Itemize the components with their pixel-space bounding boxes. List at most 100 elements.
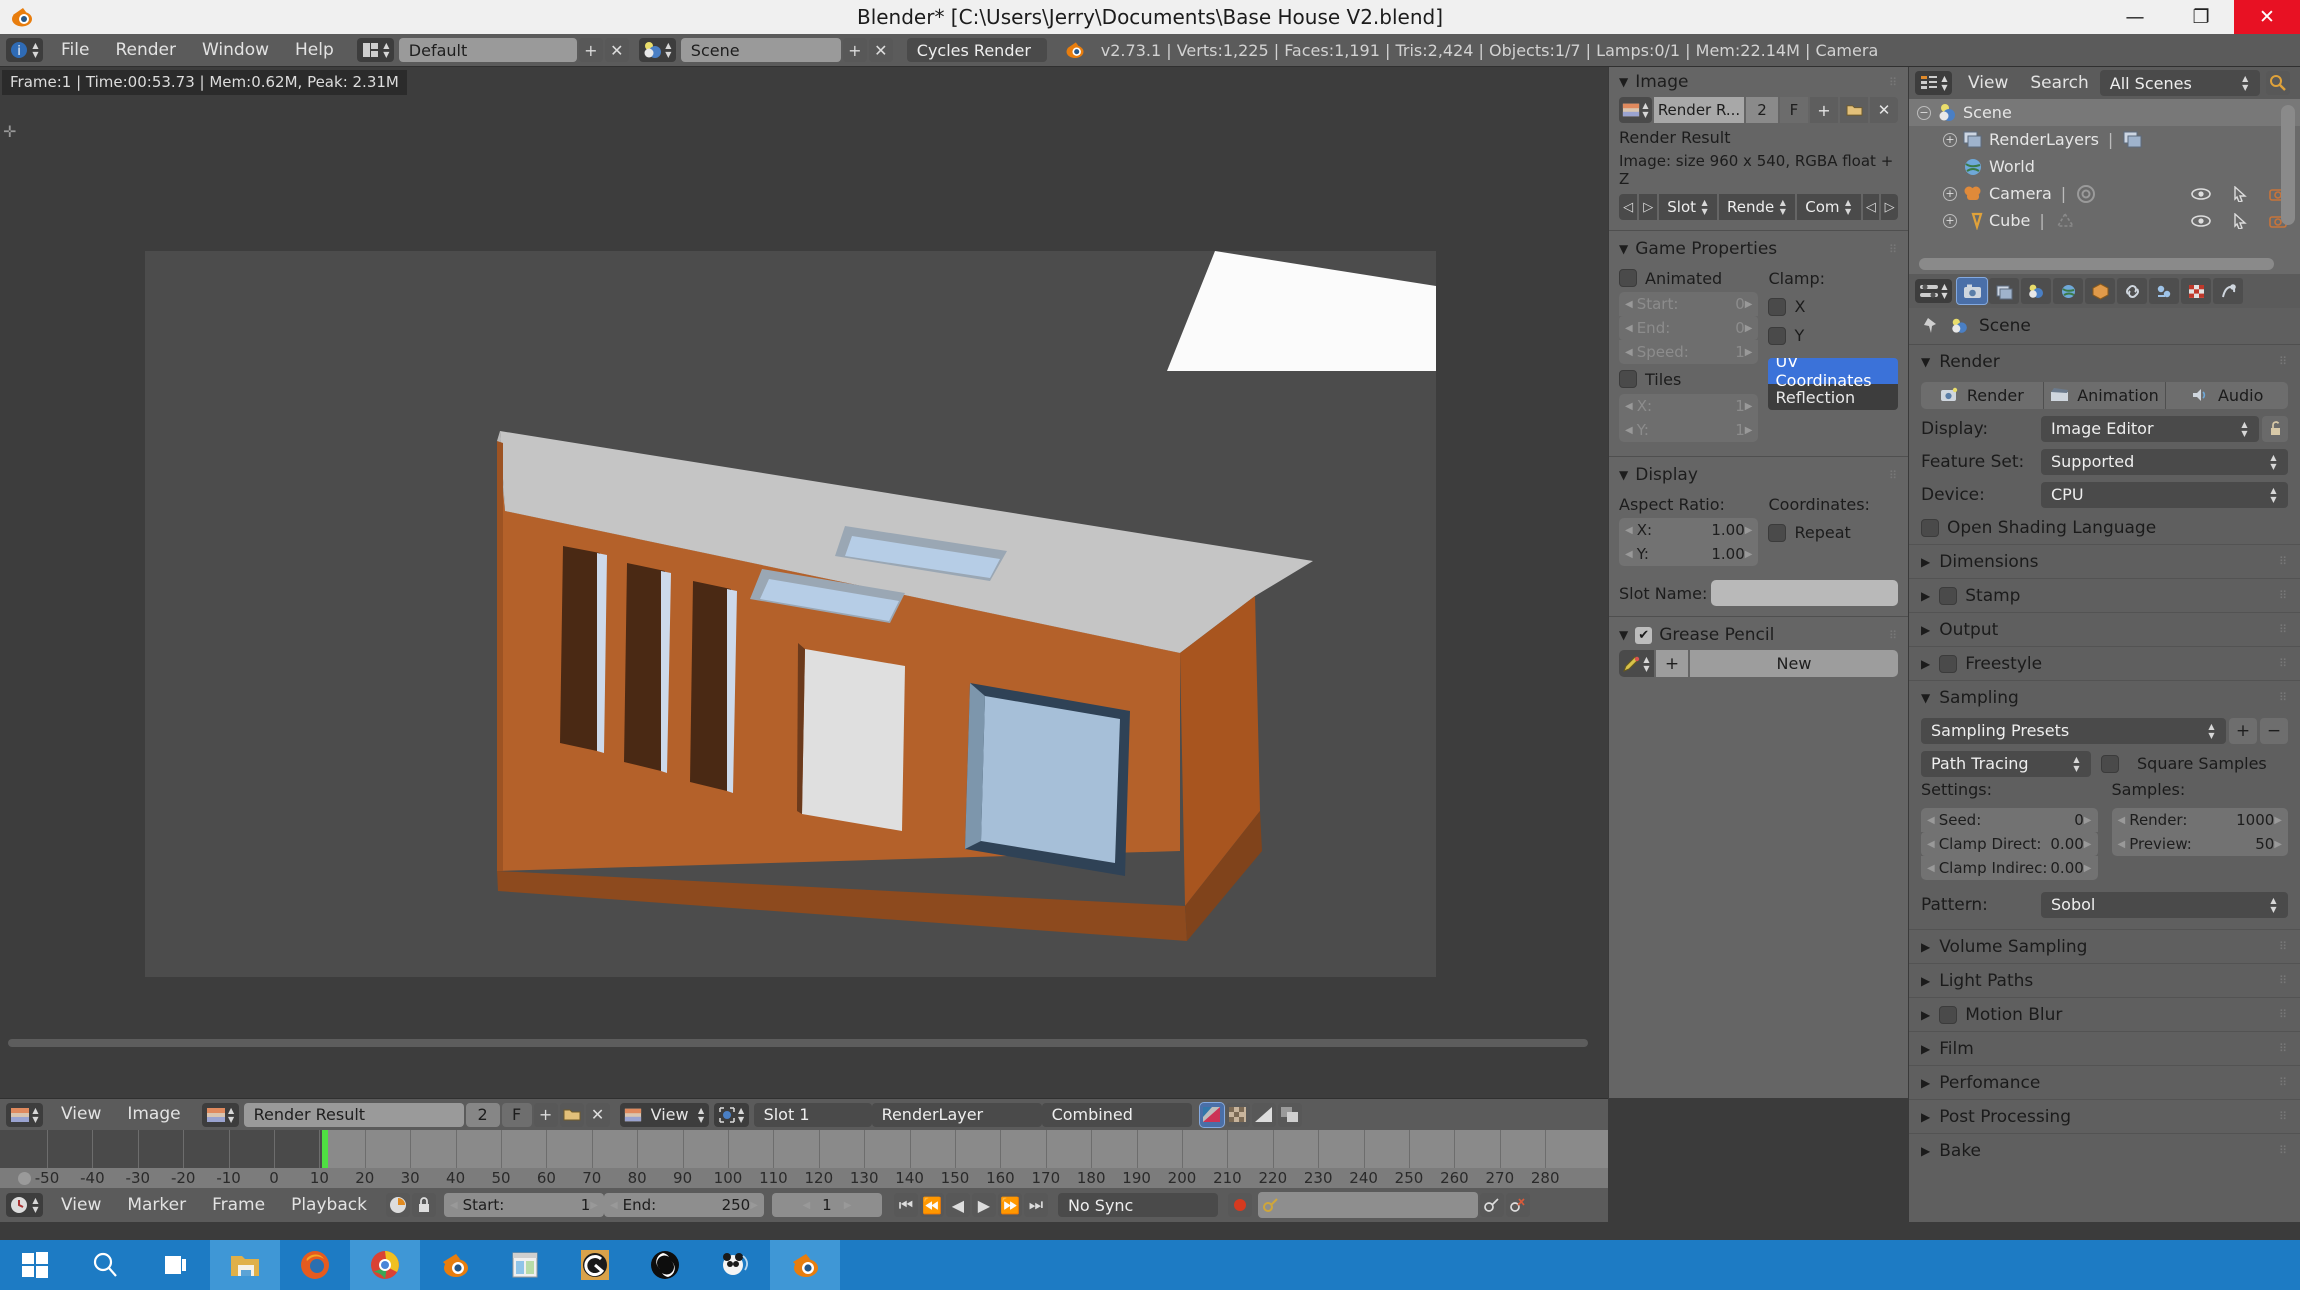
increment-arrow-icon[interactable]: ▶ [1745, 347, 1753, 358]
post-processing-panel-header[interactable]: ▶ Post Processing ⠿ [1909, 1099, 2300, 1133]
tab-world[interactable] [2053, 278, 2083, 304]
outliner-display-mode[interactable]: All Scenes ▲ ▼ [2099, 70, 2260, 96]
open-image-button[interactable] [1840, 97, 1868, 123]
timeline-menu-frame[interactable]: Frame [199, 1189, 278, 1222]
tab-renderlayers[interactable] [1989, 278, 2019, 304]
editor-type-selector-image[interactable]: ▲ ▼ [6, 1102, 43, 1127]
tiles-y-field[interactable]: ◀ Y: 1 ▶ [1619, 418, 1759, 442]
screen-layout-field[interactable]: Default [398, 38, 577, 62]
grease-pencil-datablock-selector[interactable]: ▲ ▼ [1619, 650, 1654, 677]
unlink-image-button[interactable]: ✕ [585, 1102, 610, 1127]
square-samples-checkbox[interactable] [2101, 754, 2119, 773]
grease-pencil-checkbox[interactable]: ✔ [1635, 626, 1653, 644]
pass-selector[interactable]: Com ▲ ▼ [1797, 194, 1861, 220]
increment-arrow-icon[interactable]: ▶ [1745, 299, 1753, 310]
jump-to-start-button[interactable]: ⏮ [893, 1193, 918, 1217]
pattern-selector[interactable]: Sobol ▲ ▼ [2041, 891, 2288, 918]
tab-scene[interactable] [2021, 278, 2051, 304]
game-properties-panel-header[interactable]: ▼ Game Properties ⠿ [1609, 234, 1908, 264]
decrement-arrow-icon[interactable]: ◀ [1927, 839, 1935, 850]
editor-type-selector-outliner[interactable]: ▲ ▼ [1915, 71, 1952, 95]
pass-next-button[interactable]: ▷ [1881, 194, 1898, 220]
outliner-row-world[interactable]: World [1909, 153, 2300, 180]
slot-prev-button[interactable]: ◁ [1619, 194, 1638, 220]
expand-toggle-icon[interactable]: + [1943, 132, 1957, 147]
preview-samples-field[interactable]: ◀ Preview: 50 ▶ [2111, 832, 2288, 856]
perfomance-panel-header[interactable]: ▶ Perfomance ⠿ [1909, 1065, 2300, 1099]
outliner-tree[interactable]: − Scene + RenderLayers | World + Camera | + Cube | [1909, 99, 2300, 274]
add-screen-button[interactable]: + [578, 38, 603, 62]
slot-next-button[interactable]: ▷ [1639, 194, 1658, 220]
menu-render[interactable]: Render [102, 34, 189, 67]
decrement-arrow-icon[interactable]: ◀ [802, 1200, 810, 1211]
decrement-arrow-icon[interactable]: ◀ [610, 1200, 618, 1211]
dimensions-panel-header[interactable]: ▶ Dimensions ⠿ [1909, 544, 2300, 578]
aspect-x-field[interactable]: ◀ X: 1.00 ▶ [1619, 518, 1759, 542]
increment-arrow-icon[interactable]: ▶ [1745, 401, 1753, 412]
increment-arrow-icon[interactable]: ▶ [1745, 425, 1753, 436]
increment-arrow-icon[interactable]: ▶ [2274, 815, 2282, 826]
render-engine-selector[interactable]: Cycles Render [906, 38, 1047, 62]
display-channels-color-alpha[interactable] [1198, 1101, 1225, 1128]
decrement-arrow-icon[interactable]: ◀ [2118, 815, 2126, 826]
image-name-field[interactable]: Render Result [243, 1102, 464, 1127]
timeline-scroll-knob[interactable] [18, 1172, 31, 1185]
panel-enable-checkbox[interactable] [1939, 586, 1958, 605]
outliner-menu-search[interactable]: Search [2019, 67, 2099, 100]
image-name-field[interactable]: Render R... [1654, 97, 1744, 123]
decrement-arrow-icon[interactable]: ◀ [1625, 549, 1633, 560]
menu-window[interactable]: Window [189, 34, 282, 67]
device-selector[interactable]: CPU ▲ ▼ [2041, 481, 2288, 508]
pass-prev-button[interactable]: ◁ [1862, 194, 1880, 220]
increment-arrow-icon[interactable]: ▶ [2084, 839, 2092, 850]
add-image-button[interactable]: + [1810, 97, 1838, 123]
panel-enable-checkbox[interactable] [1939, 654, 1958, 673]
render-audio-button[interactable]: Audio [2165, 381, 2289, 409]
previous-keyframe-button[interactable]: ⏪ [919, 1193, 944, 1217]
outliner-row-renderlayers[interactable]: + RenderLayers | [1909, 126, 2300, 153]
display-panel-header[interactable]: ▼ Display ⠿ [1609, 460, 1908, 490]
slot-selector[interactable]: Slot ▲ ▼ [1659, 194, 1718, 220]
editor-type-selector-properties[interactable]: ▲ ▼ [1915, 279, 1952, 303]
outliner-row-cube[interactable]: + Cube | [1909, 207, 2300, 234]
render-pass-selector[interactable]: Combined [1041, 1102, 1192, 1127]
lock-interface-toggle[interactable] [2262, 415, 2288, 442]
image-users-count[interactable]: 2 [1746, 97, 1778, 123]
play-button[interactable]: ▶ [971, 1193, 996, 1217]
add-image-button[interactable]: + [533, 1102, 558, 1127]
timeline-menu-view[interactable]: View [48, 1189, 114, 1222]
feature-set-selector[interactable]: Supported ▲ ▼ [2041, 448, 2288, 475]
render-panel-header[interactable]: ▼ Render ⠿ [1909, 344, 2300, 378]
decrement-arrow-icon[interactable]: ◀ [1625, 299, 1633, 310]
repeat-checkbox[interactable] [1768, 523, 1787, 542]
record-button[interactable] [1227, 1193, 1252, 1217]
decrement-arrow-icon[interactable]: ◀ [1625, 525, 1633, 536]
clamp-x-checkbox[interactable] [1768, 297, 1787, 316]
panel-enable-checkbox[interactable] [1939, 1005, 1958, 1024]
camera-data-icon[interactable] [2075, 183, 2097, 205]
start-frame-field[interactable]: ◀ Start: 1 ▶ [443, 1193, 604, 1217]
increment-arrow-icon[interactable]: ▶ [2084, 863, 2092, 874]
aspect-y-field[interactable]: ◀ Y: 1.00 ▶ [1619, 542, 1759, 566]
decrement-arrow-icon[interactable]: ◀ [1927, 863, 1935, 874]
film-panel-header[interactable]: ▶ Film ⠿ [1909, 1031, 2300, 1065]
image-menu-image[interactable]: Image [114, 1098, 193, 1131]
render-result-image[interactable] [145, 251, 1436, 977]
outliner-row-scene[interactable]: − Scene [1909, 99, 2300, 126]
image-panel-header[interactable]: ▼ Image ⠿ [1609, 67, 1908, 97]
increment-arrow-icon[interactable]: ▶ [2274, 839, 2282, 850]
end-frame-field[interactable]: ◀ End: 250 ▶ [603, 1193, 764, 1217]
auto-keyframe-toggle[interactable] [385, 1193, 410, 1217]
tab-texture[interactable] [2213, 278, 2243, 304]
expand-toggle-icon[interactable]: + [1943, 213, 1957, 228]
image-menu-view[interactable]: View [48, 1098, 114, 1131]
decrement-arrow-icon[interactable]: ◀ [1625, 425, 1633, 436]
view-mode-selector[interactable]: View ▲ ▼ [619, 1102, 709, 1127]
anim-start-field[interactable]: ◀ Start: 0 ▶ [1619, 292, 1759, 316]
cursor-arrow-icon[interactable] [2233, 185, 2247, 202]
clamp-y-checkbox[interactable] [1768, 326, 1787, 345]
decrement-arrow-icon[interactable]: ◀ [1625, 347, 1633, 358]
chrome[interactable] [350, 1240, 420, 1290]
outliner-vertical-scrollbar[interactable] [2281, 105, 2295, 225]
tab-render[interactable] [1956, 277, 1988, 305]
